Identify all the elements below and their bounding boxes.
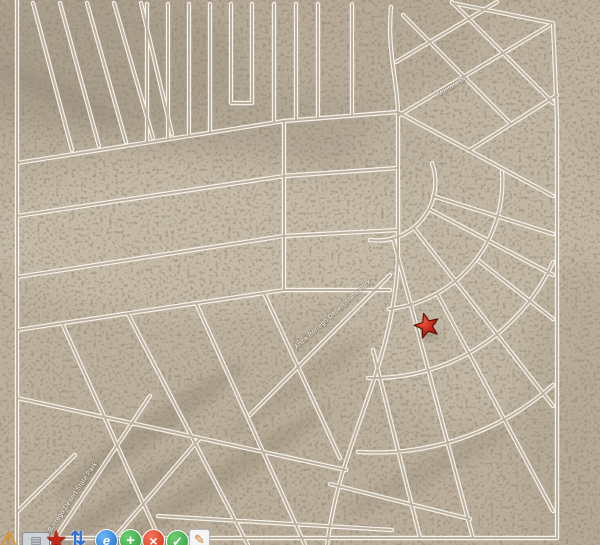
favorite-star-icon[interactable]: ★ <box>45 525 67 545</box>
warning-icon[interactable]: ⚠ <box>0 527 18 545</box>
close-icon[interactable]: × <box>142 529 165 545</box>
navigation-arrows-icon[interactable]: ⇅ <box>70 528 86 545</box>
edit-icon[interactable]: ✎ <box>189 529 210 545</box>
browser-icon[interactable]: e <box>95 529 118 545</box>
satellite-map-canvas[interactable] <box>0 0 600 545</box>
terrain-background <box>0 0 600 545</box>
add-icon[interactable]: + <box>119 529 142 545</box>
parcel-map-view[interactable]: Montara Dr Anza Borrego Desert State Par… <box>0 0 600 545</box>
